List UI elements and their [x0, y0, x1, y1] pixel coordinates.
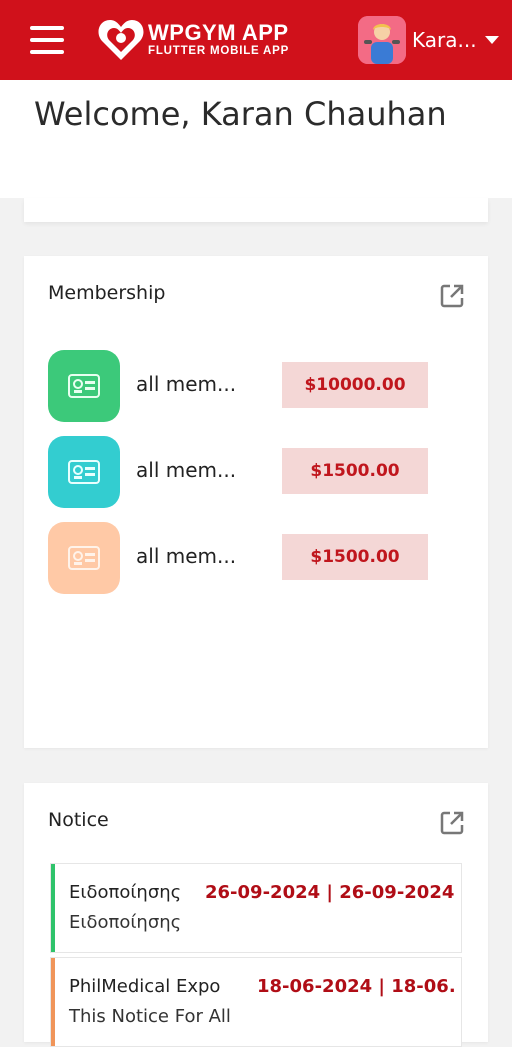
- notice-item[interactable]: Ειδοποίησης 26-09-2024 | 26-09-2024 Ειδο…: [50, 863, 462, 953]
- list-item[interactable]: all mem... $1500.00: [48, 522, 448, 594]
- membership-name: all mem...: [136, 372, 237, 396]
- notice-item[interactable]: PhilMedical Expo 18-06-2024 | 18-06... T…: [50, 957, 462, 1047]
- membership-card: Membership all mem... $10000.00 all mem.…: [24, 256, 488, 748]
- notice-accent: [51, 958, 55, 1046]
- membership-card-icon: [48, 350, 120, 422]
- membership-price: $1500.00: [282, 534, 428, 580]
- menu-icon[interactable]: [30, 26, 64, 54]
- heart-logo-icon: [98, 20, 144, 60]
- notice-accent: [51, 864, 55, 952]
- notice-title: Notice: [48, 809, 109, 831]
- app-subtitle: FLUTTER MOBILE APP: [148, 45, 290, 57]
- app-bar: WPGYM APP FLUTTER MOBILE APP Kara...: [0, 0, 512, 80]
- membership-title: Membership: [48, 282, 166, 304]
- notice-item-subtitle: This Notice For All: [69, 1006, 231, 1027]
- membership-card-icon: [48, 436, 120, 508]
- membership-name: all mem...: [136, 544, 237, 568]
- chevron-down-icon[interactable]: [485, 36, 499, 44]
- user-name: Kara...: [412, 28, 477, 52]
- membership-card-icon: [48, 522, 120, 594]
- avatar: [358, 16, 406, 64]
- membership-price: $10000.00: [282, 362, 428, 408]
- external-link-icon[interactable]: [438, 282, 466, 310]
- notice-item-date: 18-06-2024 | 18-06...: [257, 976, 457, 997]
- notice-item-title: PhilMedical Expo: [69, 976, 221, 997]
- notice-item-date: 26-09-2024 | 26-09-2024: [205, 882, 455, 903]
- app-logo: WPGYM APP FLUTTER MOBILE APP: [96, 14, 306, 66]
- app-title: WPGYM APP: [148, 20, 289, 45]
- notice-card: Notice Ειδοποίησης 26-09-2024 | 26-09-20…: [24, 783, 488, 1047]
- list-item[interactable]: all mem... $10000.00: [48, 350, 448, 422]
- notice-item-title: Ειδοποίησης: [69, 882, 182, 903]
- user-menu[interactable]: Kara...: [358, 16, 508, 64]
- membership-name: all mem...: [136, 458, 237, 482]
- list-item[interactable]: all mem... $1500.00: [48, 436, 448, 508]
- notice-item-subtitle: Ειδοποίησης: [69, 912, 182, 933]
- membership-price: $1500.00: [282, 448, 428, 494]
- welcome-text: Welcome, Karan Chauhan: [34, 95, 447, 133]
- external-link-icon[interactable]: [438, 809, 466, 837]
- previous-card: [24, 198, 488, 222]
